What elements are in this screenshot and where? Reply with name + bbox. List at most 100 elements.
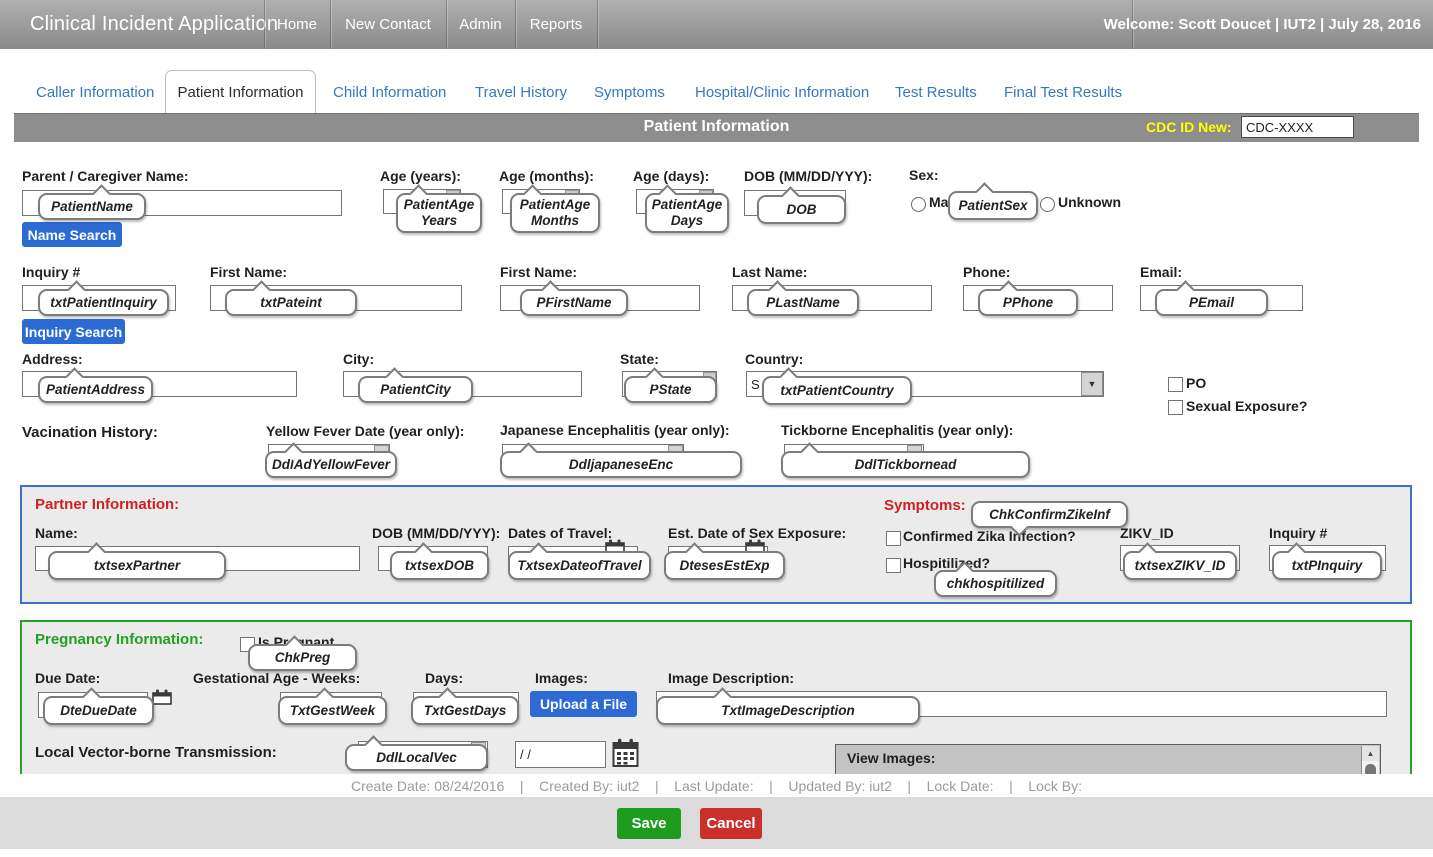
local-vector-date-input[interactable] bbox=[515, 741, 606, 768]
tooltip-hospitalized: chkhospitilized bbox=[934, 570, 1057, 597]
age-years-label: Age (years): bbox=[380, 168, 461, 184]
partner-dob-label: DOB (MM/DD/YYY): bbox=[372, 525, 500, 541]
sexual-exposure-checkbox[interactable] bbox=[1168, 400, 1183, 415]
partner-information-heading: Partner Information: bbox=[35, 496, 179, 513]
nav-item-home[interactable]: Home bbox=[264, 0, 330, 49]
calendar-icon-large[interactable] bbox=[612, 738, 639, 768]
po-checkbox[interactable] bbox=[1168, 377, 1183, 392]
confirmed-zika-label: Confirmed Zika Infection? bbox=[903, 528, 1076, 544]
images-label: Images: bbox=[535, 670, 588, 686]
first-name-2-label: First Name: bbox=[500, 264, 577, 280]
nav-item-new-contact[interactable]: New Contact bbox=[330, 0, 446, 49]
footer-audit-text: Create Date: 08/24/2016 | Created By: iu… bbox=[0, 774, 1433, 797]
tooltip-state: PState bbox=[624, 376, 717, 403]
tooltip-zikv-id: txtsexZIKV_ID bbox=[1123, 551, 1237, 580]
tooltip-first-name-1: txtPateint bbox=[225, 289, 357, 316]
tab-final-test-results[interactable]: Final Test Results bbox=[1004, 84, 1122, 101]
tab-hospital-clinic-information[interactable]: Hospital/Clinic Information bbox=[695, 84, 869, 101]
partner-travel-label: Dates of Travel: bbox=[508, 525, 612, 541]
tooltip-dob: DOB bbox=[757, 195, 846, 224]
cdc-id-input[interactable] bbox=[1241, 116, 1354, 138]
phone-label: Phone: bbox=[963, 264, 1010, 280]
zikv-id-label: ZIKV_ID bbox=[1120, 525, 1174, 541]
tooltip-image-description: TxtImageDescription bbox=[656, 696, 920, 725]
nav-item-admin[interactable]: Admin bbox=[446, 0, 515, 49]
tooltip-address: PatientAddress bbox=[38, 376, 153, 403]
last-name-label: Last Name: bbox=[732, 264, 807, 280]
parent-caregiver-name-label: Parent / Caregiver Name: bbox=[22, 168, 189, 184]
country-dropdown-arrow-icon[interactable]: ▼ bbox=[1081, 372, 1103, 396]
tooltip-inquiry: txtPatientInquiry bbox=[38, 289, 169, 316]
tooltip-partner-dob: txtsexDOB bbox=[390, 551, 489, 580]
japanese-encephalitis-label: Japanese Encephalitis (year only): bbox=[500, 422, 730, 438]
tooltip-patient-name: PatientName bbox=[38, 193, 146, 220]
tooltip-first-name-2: PFirstName bbox=[520, 289, 628, 316]
tooltip-partner-travel: TxtsexDateofTravel bbox=[508, 551, 651, 580]
hospitalized-label: Hospitilized? bbox=[903, 555, 990, 571]
upload-file-button[interactable]: Upload a File bbox=[530, 691, 637, 717]
local-vector-label: Local Vector-borne Transmission: bbox=[35, 744, 277, 761]
yellow-fever-label: Yellow Fever Date (year only): bbox=[266, 423, 464, 439]
welcome-text: Welcome: Scott Doucet | IUT2 | July 28, … bbox=[1104, 0, 1421, 49]
tooltip-gestational-days: TxtGestDays bbox=[411, 696, 519, 725]
gestational-weeks-label: Gestational Age - Weeks: bbox=[193, 670, 360, 686]
hospitalized-checkbox[interactable] bbox=[886, 558, 901, 573]
country-label: Country: bbox=[745, 351, 803, 367]
tooltip-age-years: PatientAge Years bbox=[396, 193, 482, 233]
top-nav-bar: Clinical Incident Application Home New C… bbox=[0, 0, 1433, 49]
view-images-label: View Images: bbox=[847, 750, 935, 766]
tooltip-yellow-fever: DdlAdYellowFever bbox=[265, 451, 397, 478]
sexual-exposure-label: Sexual Exposure? bbox=[1186, 398, 1307, 414]
tooltip-last-name: PLastName bbox=[747, 289, 859, 316]
tooltip-japanese-encephalitis: DdljapaneseEnc bbox=[500, 451, 742, 478]
page: Clinical Incident Application Home New C… bbox=[0, 0, 1433, 857]
email-label: Email: bbox=[1140, 264, 1182, 280]
vaccination-history-label: Vacination History: bbox=[22, 424, 158, 441]
scroll-up-arrow-icon[interactable]: ▲ bbox=[1362, 746, 1379, 761]
tooltip-age-days: PatientAge Days bbox=[645, 193, 729, 233]
tooltip-gestational-weeks: TxtGestWeek bbox=[278, 696, 387, 725]
due-date-label: Due Date: bbox=[35, 670, 100, 686]
save-button[interactable]: Save bbox=[617, 808, 681, 839]
tooltip-confirmed-zika: ChkConfirmZikeInf bbox=[971, 501, 1128, 528]
tooltip-is-pregnant: ChkPreg bbox=[248, 644, 357, 671]
tooltip-due-date: DteDueDate bbox=[43, 696, 154, 725]
tooltip-email: PEmail bbox=[1155, 289, 1268, 316]
tab-symptoms[interactable]: Symptoms bbox=[594, 84, 665, 101]
tab-patient-information[interactable]: Patient Information bbox=[165, 70, 316, 113]
sex-male-radio[interactable] bbox=[911, 197, 926, 212]
app-title: Clinical Incident Application bbox=[30, 0, 278, 49]
sex-label: Sex: bbox=[909, 167, 939, 183]
gestational-days-label: Days: bbox=[425, 670, 463, 686]
tab-caller-information[interactable]: Caller Information bbox=[36, 84, 154, 101]
inquiry-search-button[interactable]: Inquiry Search bbox=[22, 319, 125, 344]
sex-unknown-radio[interactable] bbox=[1040, 197, 1055, 212]
address-label: Address: bbox=[22, 351, 83, 367]
tooltip-partner-name: txtsexPartner bbox=[48, 551, 226, 580]
city-label: City: bbox=[343, 351, 374, 367]
tooltip-country: txtPatientCountry bbox=[762, 376, 912, 405]
first-name-1-label: First Name: bbox=[210, 264, 287, 280]
calendar-icon[interactable] bbox=[152, 689, 172, 705]
partner-inquiry-label: Inquiry # bbox=[1269, 525, 1327, 541]
sex-unknown-label: Unknown bbox=[1058, 194, 1121, 210]
cdc-id-label: CDC ID New: bbox=[1146, 113, 1232, 141]
tab-child-information[interactable]: Child Information bbox=[333, 84, 446, 101]
name-search-button[interactable]: Name Search bbox=[22, 222, 122, 247]
age-days-label: Age (days): bbox=[633, 168, 709, 184]
tooltip-local-vector: DdlLocalVec bbox=[345, 744, 488, 771]
tab-travel-history[interactable]: Travel History bbox=[475, 84, 567, 101]
cancel-button[interactable]: Cancel bbox=[700, 808, 762, 839]
nav-separator bbox=[597, 0, 598, 49]
partner-name-label: Name: bbox=[35, 525, 78, 541]
nav-item-reports[interactable]: Reports bbox=[515, 0, 597, 49]
tab-test-results[interactable]: Test Results bbox=[895, 84, 977, 101]
po-label: PO bbox=[1186, 375, 1206, 391]
confirmed-zika-checkbox[interactable] bbox=[886, 531, 901, 546]
tooltip-tickborne-encephalitis: DdlTickbornead bbox=[781, 451, 1030, 478]
tooltip-patient-sex: PatientSex bbox=[948, 191, 1038, 220]
state-label: State: bbox=[620, 351, 659, 367]
tooltip-age-months: PatientAge Months bbox=[510, 193, 600, 233]
tooltip-partner-inquiry: txtPInquiry bbox=[1272, 551, 1382, 580]
tooltip-phone: PPhone bbox=[978, 289, 1078, 316]
